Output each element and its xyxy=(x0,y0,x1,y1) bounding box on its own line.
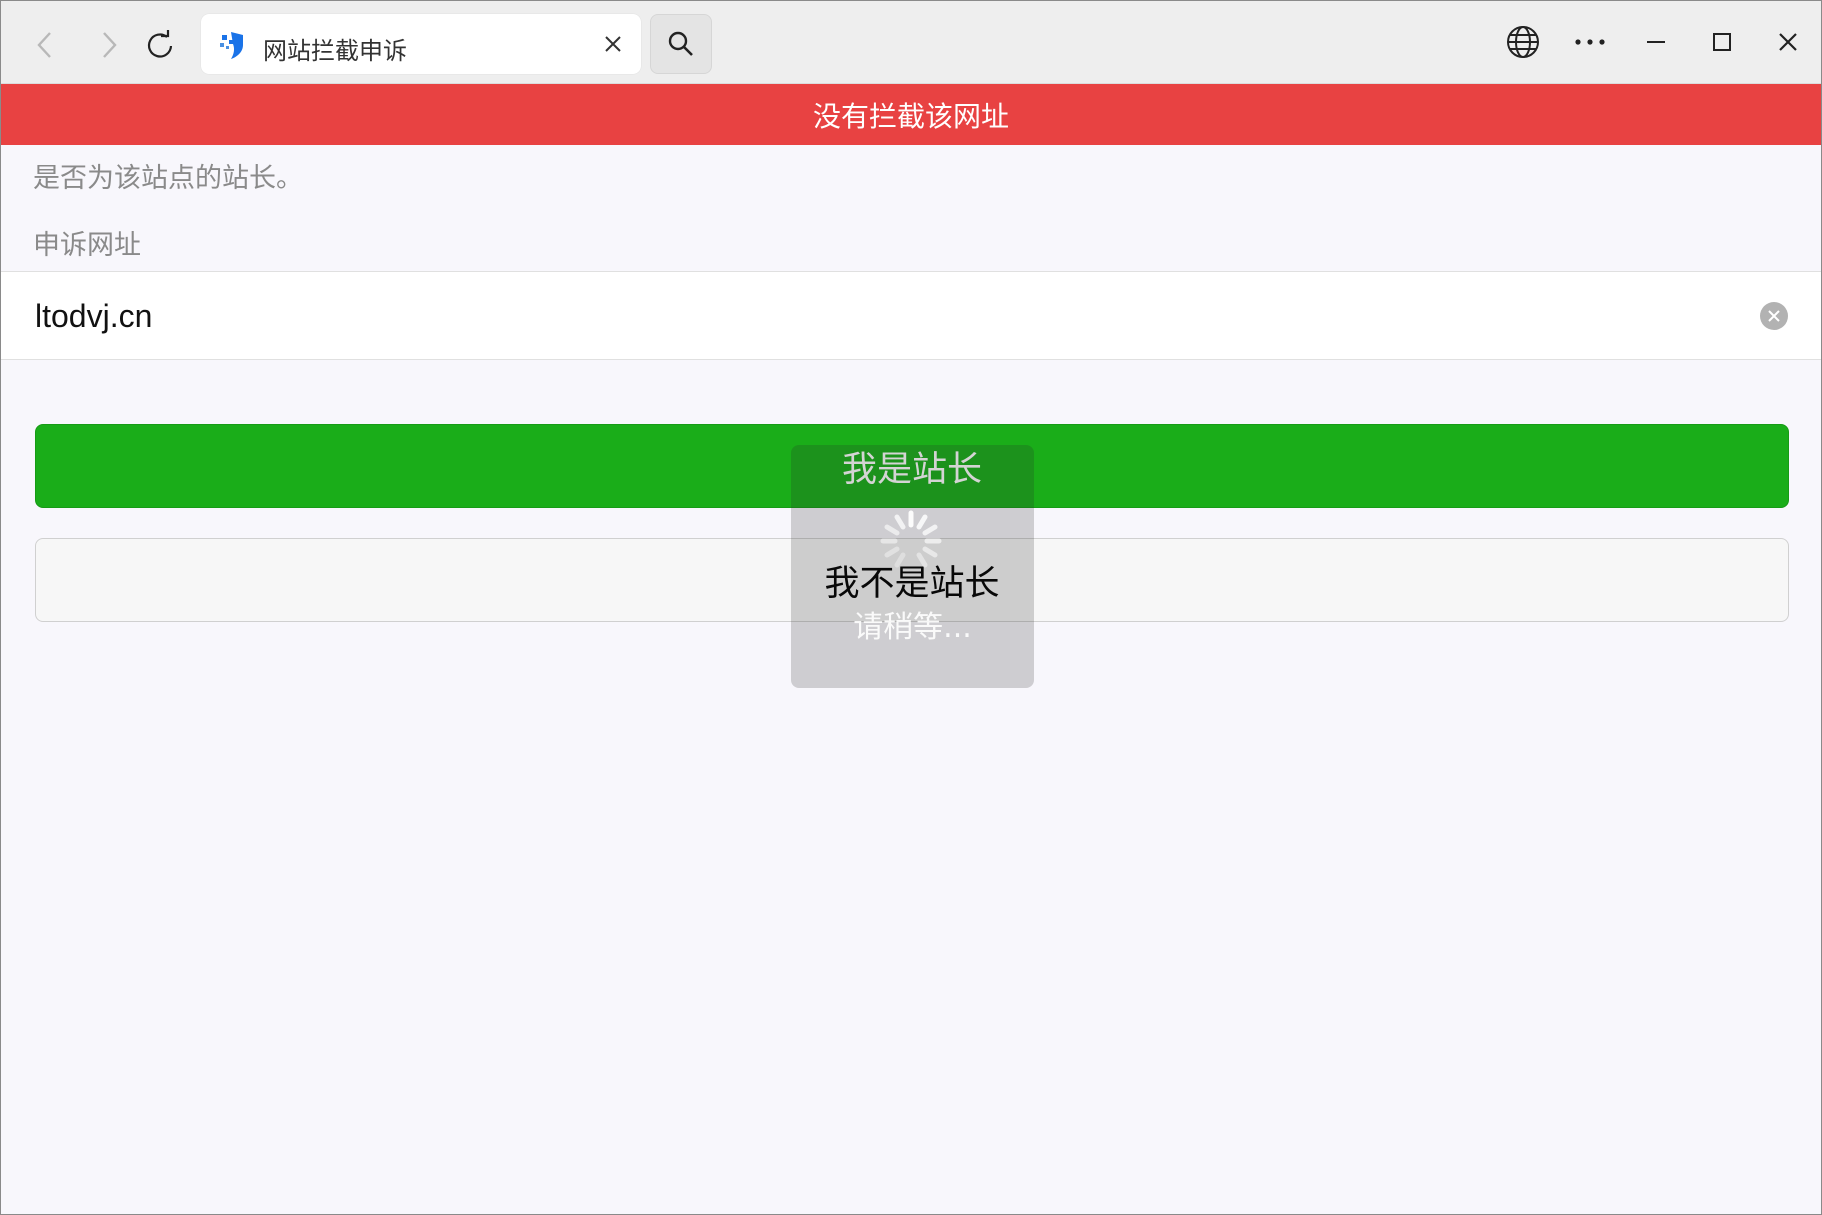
status-banner: 没有拦截该网址 xyxy=(1,84,1821,145)
more-horizontal-icon xyxy=(1575,39,1605,45)
close-icon xyxy=(605,36,621,52)
reload-icon xyxy=(147,30,173,58)
minimize-button[interactable] xyxy=(1631,19,1681,65)
loading-toast: 请稍等... xyxy=(791,445,1034,688)
close-window-button[interactable] xyxy=(1763,19,1813,65)
url-field-row xyxy=(1,271,1821,361)
globe-button[interactable] xyxy=(1498,19,1548,65)
back-button[interactable] xyxy=(23,23,67,67)
url-label: 申诉网址 xyxy=(33,230,141,261)
owner-question: 是否为该站点的站长。 xyxy=(33,163,303,194)
browser-window: 网站拦截申诉 没有拦截该网址 是否为该站点的站长。 申诉网址 ltodvj.cn… xyxy=(0,0,1822,1215)
shield-face-icon xyxy=(220,32,243,59)
loading-spinner-icon xyxy=(880,510,942,568)
tab-website-appeal[interactable]: 网站拦截申诉 xyxy=(201,14,641,74)
search-icon xyxy=(668,31,693,56)
clear-icon xyxy=(1768,310,1780,322)
toast-text: 请稍等... xyxy=(853,610,972,645)
forward-button[interactable] xyxy=(87,23,131,67)
close-icon xyxy=(1779,33,1797,51)
chevron-right-icon xyxy=(103,32,117,58)
url-input[interactable] xyxy=(33,272,1717,361)
chevron-left-icon xyxy=(37,32,51,58)
maximize-button[interactable] xyxy=(1697,19,1747,65)
maximize-icon xyxy=(1713,33,1731,51)
tab-title: 网站拦截申诉 xyxy=(263,37,407,65)
title-bar: 网站拦截申诉 xyxy=(1,1,1821,84)
minimize-icon xyxy=(1647,41,1665,43)
tab-close-button[interactable] xyxy=(599,30,627,58)
globe-icon xyxy=(1507,26,1539,58)
reload-button[interactable] xyxy=(138,23,182,67)
more-button[interactable] xyxy=(1565,19,1615,65)
search-button[interactable] xyxy=(650,14,712,74)
clear-input-button[interactable] xyxy=(1760,302,1788,330)
